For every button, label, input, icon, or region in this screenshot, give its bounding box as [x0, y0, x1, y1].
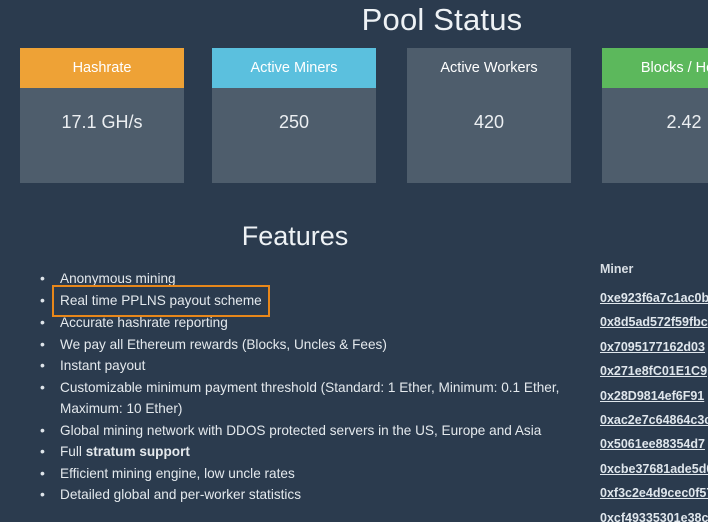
feature-item-label: Detailed global and per-worker statistic… [60, 487, 302, 502]
stat-card-active-workers-label: Active Workers [407, 48, 571, 88]
miner-row: 0x271e8fC01E1C9 [600, 359, 708, 383]
feature-item: We pay all Ethereum rewards (Blocks, Unc… [40, 334, 600, 356]
miner-row: 0xac2e7c64864c3c [600, 408, 708, 432]
miner-row: 0x8d5ad572f59fbc [600, 310, 708, 334]
features-list: Anonymous miningReal time PPLNS payout s… [16, 268, 600, 506]
feature-item-label: Instant payout [60, 358, 146, 373]
stat-card-blocks-per-hour-label: Blocks / Hour [602, 48, 708, 88]
feature-item-label: Customizable minimum payment threshold (… [60, 379, 560, 417]
miner-row: 0x5061ee88354d7 [600, 432, 708, 456]
feature-item-label: Anonymous mining [60, 271, 176, 286]
page-title: Pool Status [361, 2, 523, 37]
miner-address-link[interactable]: 0xf3c2e4d9cec0f57 [600, 486, 708, 500]
stat-card-active-workers: Active Workers 420 [407, 48, 571, 183]
miner-row: 0x7095177162d03 [600, 335, 708, 359]
miner-address-link[interactable]: 0x8d5ad572f59fbc [600, 315, 708, 329]
stat-card-blocks-per-hour: Blocks / Hour 2.42 [602, 48, 708, 183]
feature-item: Customizable minimum payment threshold (… [40, 377, 600, 420]
feature-item-label: Efficient mining engine, low uncle rates [60, 465, 295, 481]
miner-row: 0xf3c2e4d9cec0f57 [600, 481, 708, 505]
miner-row: 0xcbe37681ade5d0 [600, 457, 708, 481]
miner-row: 0xe923f6a7c1ac0b [600, 286, 708, 310]
miner-row: 0xcf49335301e38c [600, 506, 708, 522]
stat-card-blocks-per-hour-value: 2.42 [666, 112, 702, 132]
feature-item: Full stratum support [40, 441, 600, 463]
miner-table: Miner 0xe923f6a7c1ac0b 0x8d5ad572f59fbc 0x… [600, 258, 708, 522]
feature-item: Detailed global and per-worker statistic… [40, 484, 600, 506]
feature-item: Real time PPLNS payout scheme [40, 284, 600, 317]
feature-item-label: Real time PPLNS payout scheme [52, 284, 270, 317]
miner-address-link[interactable]: 0xac2e7c64864c3c [600, 413, 708, 427]
pool-status-cards: Hashrate 17.1 GH/s Active Miners 250 Act… [20, 48, 708, 183]
feature-item-emphasis: stratum support [85, 444, 190, 459]
stat-card-hashrate-label: Hashrate [20, 48, 184, 88]
feature-item-label: Full stratum support [60, 444, 190, 459]
miner-address-link[interactable]: 0x5061ee88354d7 [600, 437, 705, 451]
feature-item: Global mining network with DDOS protecte… [40, 420, 600, 442]
stat-card-active-workers-value: 420 [473, 112, 505, 132]
feature-item: Accurate hashrate reporting [40, 312, 600, 334]
miner-address-link[interactable]: 0x28D9814ef6F91 [600, 389, 704, 403]
miner-address-link[interactable]: 0xcf49335301e38c [600, 511, 708, 522]
miner-column-header: Miner [600, 262, 634, 276]
page-root: Pool Status Hashrate 17.1 GH/s Active Mi… [0, 0, 708, 522]
stat-card-active-miners: Active Miners 250 [212, 48, 376, 183]
miner-address-link[interactable]: 0xcbe37681ade5d0 [600, 462, 708, 476]
miner-rows: 0xe923f6a7c1ac0b 0x8d5ad572f59fbc 0x709517… [600, 286, 708, 522]
feature-item: Instant payout [40, 355, 600, 377]
feature-item-label: Global mining network with DDOS protecte… [60, 422, 542, 438]
miner-address-link[interactable]: 0x271e8fC01E1C9 [600, 364, 707, 378]
feature-item-label: Accurate hashrate reporting [60, 315, 228, 330]
feature-item: Anonymous mining [40, 268, 600, 290]
stat-card-active-miners-label: Active Miners [212, 48, 376, 88]
miner-address-link[interactable]: 0x7095177162d03 [600, 340, 705, 354]
feature-item: Efficient mining engine, low uncle rates [40, 463, 600, 485]
stat-card-hashrate: Hashrate 17.1 GH/s [20, 48, 184, 183]
miner-row: 0x28D9814ef6F91 [600, 384, 708, 408]
feature-item-label: We pay all Ethereum rewards (Blocks, Unc… [60, 336, 387, 352]
stat-card-hashrate-value: 17.1 GH/s [61, 112, 143, 132]
features-heading: Features [241, 221, 349, 251]
stat-card-active-miners-value: 250 [278, 112, 310, 132]
miner-address-link[interactable]: 0xe923f6a7c1ac0b [600, 291, 708, 305]
